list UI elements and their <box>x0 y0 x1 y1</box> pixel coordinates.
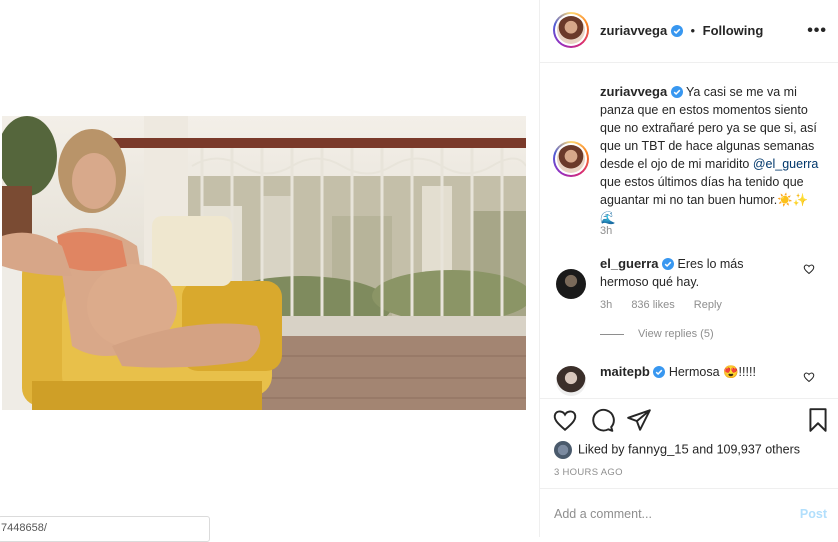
verified-badge-icon <box>662 258 675 270</box>
post-actions-bar <box>540 398 838 439</box>
post-comment-button[interactable]: Post <box>800 507 827 521</box>
caption-avatar[interactable] <box>553 141 589 177</box>
verified-badge-icon <box>653 366 666 378</box>
comment-username[interactable]: el_guerra <box>600 256 659 271</box>
verified-badge-icon <box>670 86 683 98</box>
bookmark-icon[interactable] <box>805 407 831 433</box>
caption-username[interactable]: zuriavvega <box>600 84 667 99</box>
caption-text: zuriavvega Ya casi se me va mi panza que… <box>600 83 820 227</box>
post-media-area: 7448658/ <box>0 0 538 542</box>
verified-badge-icon <box>670 25 683 37</box>
comment-time: 3h <box>600 299 613 311</box>
post-time-ago[interactable]: 3 HOURS AGO <box>554 467 623 478</box>
reply-button[interactable]: Reply <box>694 299 722 311</box>
profile-avatar[interactable] <box>553 12 589 48</box>
following-button[interactable]: Following <box>703 23 764 38</box>
commenter-avatar[interactable] <box>556 269 586 299</box>
share-icon[interactable] <box>626 407 652 433</box>
comment-text: el_guerra Eres lo más hermoso qué hay. <box>600 255 790 291</box>
comment-username[interactable]: maitepb <box>600 364 650 379</box>
caption-mention-link[interactable]: @el_guerra <box>753 157 819 171</box>
liker-username[interactable]: fannyg_15 <box>628 441 689 456</box>
comment-likes[interactable]: 836 likes <box>631 299 674 311</box>
commenter-avatar[interactable] <box>556 366 586 396</box>
post-header: zuriavvega • Following ••• <box>540 0 838 63</box>
add-comment-input[interactable]: Add a comment... <box>554 507 652 521</box>
likes-summary: Liked by fannyg_15 and 109,937 others <box>554 441 800 459</box>
comment-icon[interactable] <box>589 407 615 433</box>
post-side-panel: zuriavvega • Following ••• zuriavvega Ya… <box>539 0 838 537</box>
like-comment-heart-icon[interactable] <box>803 371 815 383</box>
like-comment-heart-icon[interactable] <box>803 263 815 275</box>
likes-prefix: Liked by <box>578 442 629 457</box>
post-photo[interactable] <box>2 116 526 410</box>
view-replies-label: View replies (5) <box>638 328 714 340</box>
comment-body: Hermosa 😍!!!!! <box>668 365 756 379</box>
more-options-icon[interactable]: ••• <box>807 22 827 40</box>
post-photo-image <box>2 116 526 410</box>
comment-meta: 3h 836 likes Reply <box>600 299 738 311</box>
comments-list: zuriavvega Ya casi se me va mi panza que… <box>540 63 838 398</box>
header-separator: • <box>690 23 696 38</box>
likes-others-link[interactable]: 109,937 others <box>717 442 800 456</box>
header-username[interactable]: zuriavvega <box>600 23 667 38</box>
view-replies-line <box>600 333 624 335</box>
caption-time: 3h <box>600 225 613 237</box>
likes-middle: and <box>688 442 717 457</box>
like-heart-icon[interactable] <box>552 407 578 433</box>
url-fragment-field[interactable]: 7448658/ <box>0 516 210 542</box>
add-comment-bar: Add a comment... Post <box>540 488 838 538</box>
caption-body-end: que estos últimos días ha tenido que agu… <box>600 175 809 225</box>
view-replies-button[interactable]: View replies (5) <box>600 328 714 340</box>
liker-avatar[interactable] <box>554 441 572 459</box>
comment-text: maitepb Hermosa 😍!!!!! <box>600 363 790 381</box>
header-user-row: zuriavvega • Following <box>600 23 763 38</box>
